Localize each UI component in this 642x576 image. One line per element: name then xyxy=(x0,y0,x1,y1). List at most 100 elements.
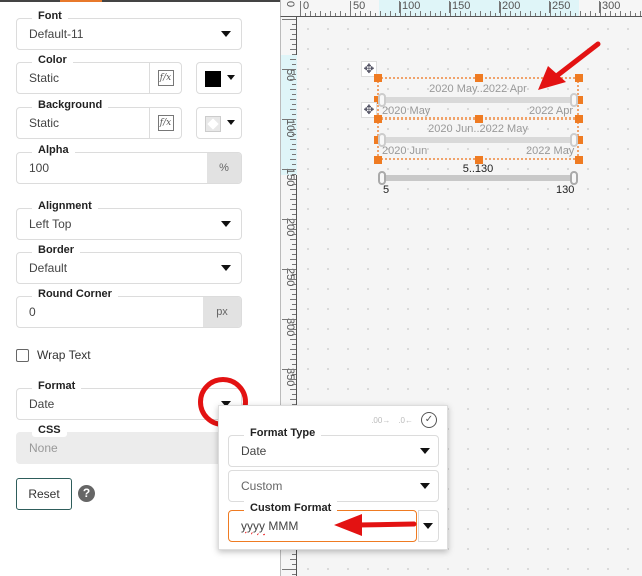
chevron-down-icon[interactable] xyxy=(420,483,430,489)
format-preset-select[interactable]: Custom xyxy=(228,470,439,502)
ruler-tick xyxy=(290,309,296,310)
alignment-select[interactable]: Alignment Left Top xyxy=(16,199,242,240)
ruler-tick xyxy=(315,13,316,16)
apply-check-icon[interactable]: ✓ xyxy=(421,412,437,428)
ruler-tick xyxy=(440,11,441,16)
range-slider-title: 2020 May..2022 Apr xyxy=(429,83,527,95)
ruler-tick xyxy=(292,104,296,105)
ruler-tick xyxy=(290,89,296,90)
ruler-tick xyxy=(490,11,491,16)
ruler-tick xyxy=(292,114,296,115)
ruler-tick xyxy=(290,129,296,130)
ruler-tick xyxy=(292,174,296,175)
resize-handle[interactable] xyxy=(575,115,583,123)
ruler-tick xyxy=(292,154,296,155)
ruler-tick xyxy=(292,124,296,125)
ruler-tick xyxy=(625,13,626,16)
round-corner-value: 0 xyxy=(29,305,36,319)
color-picker[interactable] xyxy=(196,62,242,94)
range-slider-track[interactable] xyxy=(382,97,574,103)
transparent-swatch-icon xyxy=(205,116,221,132)
ruler-tick xyxy=(292,74,296,75)
ruler-tick xyxy=(282,269,296,270)
resize-handle[interactable] xyxy=(374,74,382,82)
ruler-tick xyxy=(290,399,296,400)
css-label: CSS xyxy=(32,423,67,437)
format-type-select[interactable]: Format Type Date xyxy=(228,426,439,467)
background-label: Background xyxy=(32,98,109,112)
ruler-tick xyxy=(292,34,296,35)
ruler-tick xyxy=(290,359,296,360)
custom-format-input[interactable]: Custom Format yyyy MMM xyxy=(228,501,417,542)
ruler-tick xyxy=(290,149,296,150)
increase-decimal-icon[interactable]: .00→ xyxy=(371,416,390,425)
ruler-tick xyxy=(290,249,296,250)
ruler-tick xyxy=(360,11,361,16)
resize-handle[interactable] xyxy=(575,74,583,82)
color-formula-button[interactable]: f/x xyxy=(149,63,181,93)
ruler-tick xyxy=(290,259,296,260)
range-slider-min-knob[interactable] xyxy=(378,171,386,185)
ruler-tick xyxy=(555,13,556,16)
background-field[interactable]: Background Static f/x xyxy=(16,98,182,139)
ruler-tick xyxy=(292,204,296,205)
ruler-tick xyxy=(290,209,296,210)
px-unit: px xyxy=(203,297,241,327)
background-formula-button[interactable]: f/x xyxy=(149,108,181,138)
ruler-tick-label: 50 xyxy=(350,1,365,13)
chevron-down-icon[interactable] xyxy=(423,523,433,529)
background-picker[interactable] xyxy=(196,107,242,139)
chevron-down-icon[interactable] xyxy=(221,265,231,271)
chevron-down-icon[interactable] xyxy=(420,448,430,454)
ruler-tick xyxy=(330,11,331,16)
wrap-text-option[interactable]: Wrap Text xyxy=(16,348,91,362)
percent-unit: % xyxy=(207,153,241,183)
ruler-tick xyxy=(292,214,296,215)
ruler-tick xyxy=(282,119,296,120)
css-value: None xyxy=(29,441,58,455)
ruler-tick xyxy=(530,11,531,16)
ruler-tick xyxy=(292,274,296,275)
ruler-tick xyxy=(290,99,296,100)
ruler-tick xyxy=(290,339,296,340)
font-select[interactable]: Font Default-11 xyxy=(16,9,242,50)
resize-handle[interactable] xyxy=(374,115,382,123)
ruler-tick xyxy=(415,13,416,16)
reset-button[interactable]: Reset xyxy=(16,478,72,510)
color-label: Color xyxy=(32,53,73,67)
ruler-tick xyxy=(292,164,296,165)
ruler-tick xyxy=(292,334,296,335)
ruler-tick xyxy=(292,264,296,265)
custom-format-dropdown[interactable] xyxy=(418,510,439,542)
ruler-tick xyxy=(420,11,421,16)
ruler-tick xyxy=(335,13,336,16)
color-field[interactable]: Color Static f/x xyxy=(16,53,182,94)
ruler-tick xyxy=(620,11,621,16)
ruler-tick xyxy=(292,94,296,95)
ruler-tick xyxy=(400,2,401,16)
ruler-tick xyxy=(292,324,296,325)
range-slider-track[interactable] xyxy=(382,137,574,143)
range-slider-max-knob[interactable] xyxy=(570,171,578,185)
wrap-text-checkbox[interactable] xyxy=(16,348,29,362)
round-corner-input[interactable]: Round Corner 0 px xyxy=(16,287,242,328)
help-icon[interactable]: ? xyxy=(78,485,95,502)
alpha-input[interactable]: Alpha 100 % xyxy=(16,143,242,184)
ruler-tick xyxy=(520,11,521,16)
resize-handle[interactable] xyxy=(475,74,483,82)
ruler-tick xyxy=(290,59,296,60)
chevron-down-icon[interactable] xyxy=(221,31,231,37)
ruler-tick xyxy=(292,24,296,25)
range-slider-track[interactable] xyxy=(382,175,574,181)
border-select[interactable]: Border Default xyxy=(16,243,242,284)
decrease-decimal-icon[interactable]: .0← xyxy=(398,416,413,425)
format-label: Format xyxy=(32,379,82,393)
resize-handle[interactable] xyxy=(475,115,483,123)
chevron-down-icon[interactable] xyxy=(221,221,231,227)
ruler-tick xyxy=(590,11,591,16)
ruler-tick xyxy=(550,2,551,16)
ruler-tick xyxy=(292,194,296,195)
formula-icon: f/x xyxy=(157,70,174,86)
range-slider-min-label: 2020 Jun xyxy=(382,145,428,157)
ruler-tick xyxy=(580,11,581,16)
